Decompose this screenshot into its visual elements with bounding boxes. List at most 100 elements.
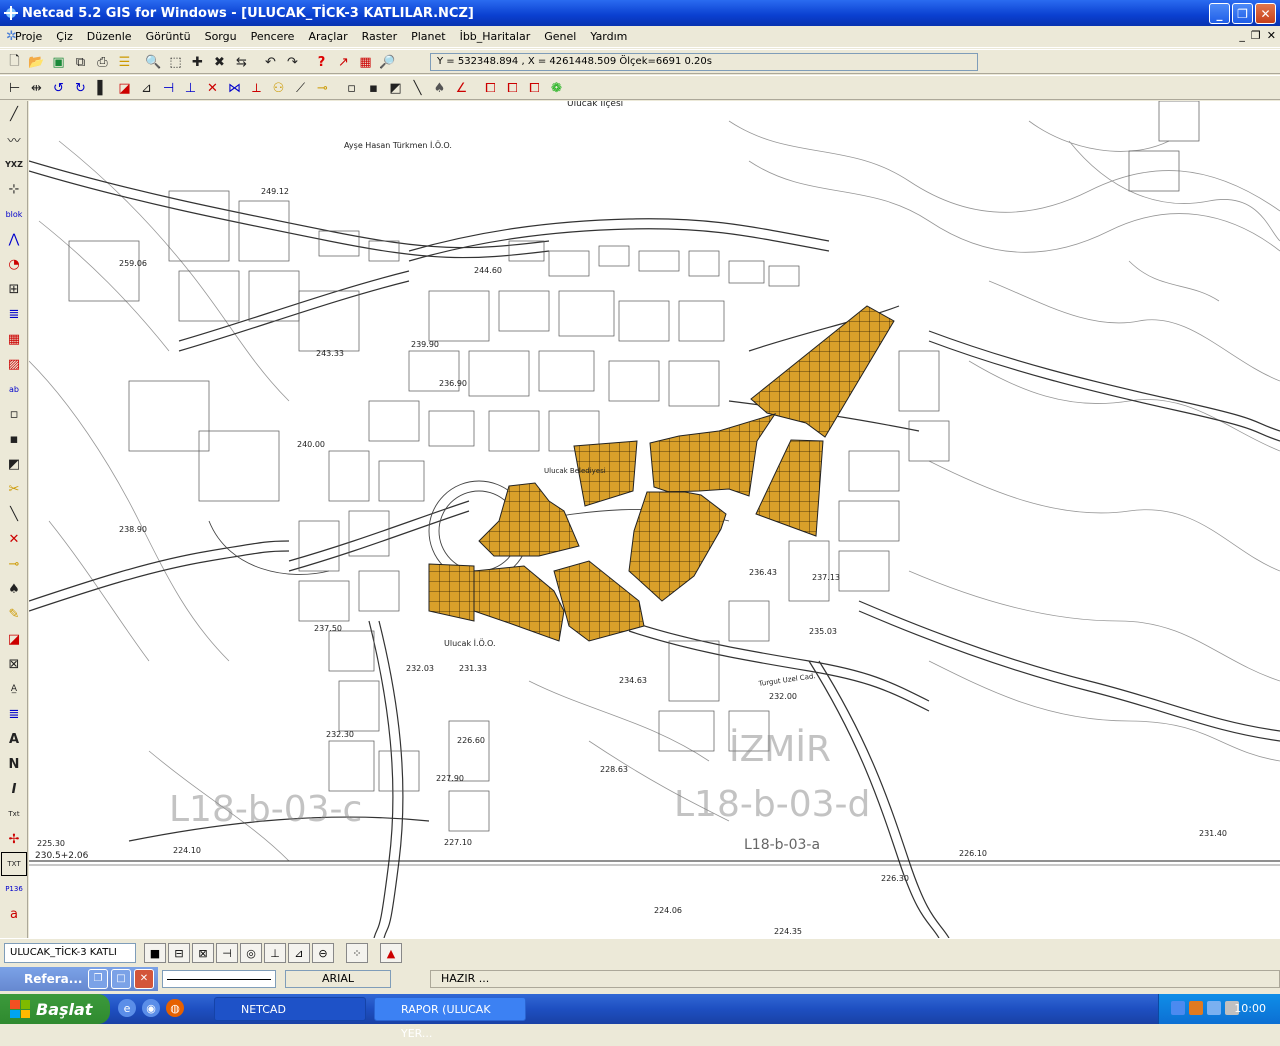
cross-icon[interactable]: ✕ bbox=[202, 79, 223, 98]
snap-angle-icon[interactable]: ⊿ bbox=[288, 943, 310, 963]
select-icon[interactable]: ◪ bbox=[114, 79, 135, 98]
back-icon[interactable] bbox=[1171, 1001, 1185, 1015]
mdi-restore-button[interactable]: ❐ bbox=[1251, 29, 1261, 42]
block-icon[interactable]: blok bbox=[1, 202, 27, 226]
print-icon[interactable]: ⎙ bbox=[92, 53, 113, 72]
mdi-minimize-button[interactable]: _ bbox=[1239, 29, 1245, 42]
map-canvas[interactable]: Ulucak İlçesi Ayşe Hasan Türkmen İ.Ö.O. … bbox=[29, 101, 1280, 938]
clock-icon[interactable]: ◔ bbox=[1, 252, 27, 276]
hatch2-icon[interactable]: ▨ bbox=[1, 352, 27, 376]
txt-box-icon[interactable]: TXT bbox=[1, 852, 27, 876]
zoom-window-icon[interactable]: ⬚ bbox=[165, 53, 186, 72]
polyline-icon[interactable]: ⟋ bbox=[290, 79, 311, 98]
elevation-label-icon[interactable]: P136 bbox=[1, 877, 27, 901]
new-file-icon[interactable]: 🗋 bbox=[4, 53, 25, 72]
snap-center-icon[interactable]: ◎ bbox=[240, 943, 262, 963]
ie-icon[interactable]: e bbox=[118, 999, 136, 1017]
text-rotate-icon[interactable]: a bbox=[1, 902, 27, 926]
menu-duzenle[interactable]: Düzenle bbox=[80, 30, 139, 43]
tree-draw-icon[interactable]: ♠ bbox=[1, 577, 27, 601]
open-folder-icon[interactable]: 📂 bbox=[26, 53, 47, 72]
undo-icon[interactable]: ↶ bbox=[260, 53, 281, 72]
node-icon[interactable]: ⚇ bbox=[268, 79, 289, 98]
scissors-icon[interactable]: ✂ bbox=[1, 477, 27, 501]
calendar-icon[interactable]: ▦ bbox=[355, 53, 376, 72]
node-edit-icon[interactable]: ▫ bbox=[1, 402, 27, 426]
offset-icon[interactable]: ⇹ bbox=[26, 79, 47, 98]
snap3-icon[interactable]: ◩ bbox=[385, 79, 406, 98]
menu-araclar[interactable]: Araçlar bbox=[301, 30, 354, 43]
taskbar-netcad[interactable]: NETCAD bbox=[214, 997, 366, 1021]
start-button[interactable]: Başlat bbox=[0, 994, 110, 1024]
tree-icon[interactable]: ♠ bbox=[429, 79, 450, 98]
window-select2-icon[interactable]: ⧠ bbox=[502, 79, 523, 98]
line-tool-icon[interactable]: ╲ bbox=[407, 79, 428, 98]
browser-icon[interactable]: ◉ bbox=[142, 999, 160, 1017]
reference-maximize-button[interactable]: □ bbox=[111, 969, 131, 989]
snap-near-icon[interactable]: ⊣ bbox=[216, 943, 238, 963]
connect-icon[interactable]: ⋈ bbox=[224, 79, 245, 98]
grid-icon[interactable]: ⊞ bbox=[1, 277, 27, 301]
copy-icon[interactable]: ⧉ bbox=[70, 53, 91, 72]
reference-close-button[interactable]: ✕ bbox=[134, 969, 154, 989]
font-field[interactable]: ARIAL bbox=[285, 970, 391, 988]
point-snap-icon[interactable]: ⊸ bbox=[1, 552, 27, 576]
query-arrow-icon[interactable]: ↗ bbox=[333, 53, 354, 72]
reference-window[interactable]: Refera... ❐ □ ✕ bbox=[0, 967, 158, 991]
snap-intersection-icon[interactable]: ⊠ bbox=[192, 943, 214, 963]
mdi-close-button[interactable]: ✕ bbox=[1267, 29, 1276, 42]
help-icon[interactable]: ? bbox=[311, 53, 332, 72]
list-icon[interactable]: ≣ bbox=[1, 302, 27, 326]
cross-point-icon[interactable]: ✢ bbox=[1, 827, 27, 851]
move-icon[interactable]: ⇆ bbox=[231, 53, 252, 72]
point-icon[interactable]: ⊸ bbox=[312, 79, 333, 98]
label-icon[interactable]: ab bbox=[1, 377, 27, 401]
hatch-icon[interactable]: ▦ bbox=[1, 327, 27, 351]
angle-icon[interactable]: ∠ bbox=[451, 79, 472, 98]
active-layer-field[interactable]: ULUCAK_TİCK-3 KATLI bbox=[4, 943, 136, 963]
dimension-icon[interactable]: ⊢ bbox=[4, 79, 25, 98]
diagonal-icon[interactable]: ╲ bbox=[1, 502, 27, 526]
zoom-icon[interactable]: 🔍 bbox=[143, 53, 164, 72]
line-style-field[interactable] bbox=[162, 970, 276, 988]
paint-icon[interactable]: ✎ bbox=[1, 602, 27, 626]
restore-button[interactable]: ❐ bbox=[1232, 3, 1253, 24]
perpendicular-icon[interactable]: ⟂ bbox=[246, 79, 267, 98]
join-icon[interactable]: ⋀ bbox=[1, 227, 27, 251]
node-edit3-icon[interactable]: ◩ bbox=[1, 452, 27, 476]
frame-icon[interactable]: ⊠ bbox=[1, 652, 27, 676]
polyline-draw-icon[interactable]: 〰 bbox=[1, 127, 27, 151]
save-icon[interactable]: ▣ bbox=[48, 53, 69, 72]
delete-icon[interactable]: ✖ bbox=[209, 53, 230, 72]
menu-genel[interactable]: Genel bbox=[537, 30, 583, 43]
menu-sorgu[interactable]: Sorgu bbox=[198, 30, 244, 43]
measure-icon[interactable]: ⊣ bbox=[158, 79, 179, 98]
grid-snap-icon[interactable]: ⁘ bbox=[346, 943, 368, 963]
menu-raster[interactable]: Raster bbox=[355, 30, 404, 43]
window-select-icon[interactable]: ⧠ bbox=[480, 79, 501, 98]
north-arrow-icon[interactable]: N bbox=[1, 752, 27, 776]
taskbar-rapor[interactable]: RAPOR (ULUCAK YER... bbox=[374, 997, 526, 1040]
close-button[interactable]: ✕ bbox=[1255, 3, 1276, 24]
menu-yardim[interactable]: Yardım bbox=[583, 30, 634, 43]
warning-icon[interactable]: ▲ bbox=[380, 943, 402, 963]
snap-tangent-icon[interactable]: ⊖ bbox=[312, 943, 334, 963]
tray-app-icon[interactable] bbox=[1189, 1001, 1203, 1015]
redo-icon[interactable]: ↷ bbox=[282, 53, 303, 72]
text-a-icon[interactable]: A̲ bbox=[1, 677, 27, 701]
menu-pencere[interactable]: Pencere bbox=[244, 30, 302, 43]
point-draw-icon[interactable]: ⊹ bbox=[1, 177, 27, 201]
menu-ciz[interactable]: Çiz bbox=[49, 30, 80, 43]
document-icon[interactable]: ✲ bbox=[6, 29, 17, 44]
color-palette-icon[interactable]: ❁ bbox=[546, 79, 567, 98]
menu-planet[interactable]: Planet bbox=[404, 30, 452, 43]
xyz-icon[interactable]: YXZ bbox=[1, 152, 27, 176]
txt-tool-icon[interactable]: Txt bbox=[1, 802, 27, 826]
snap-mid-icon[interactable]: ⊟ bbox=[168, 943, 190, 963]
text-a2-icon[interactable]: A bbox=[1, 727, 27, 751]
snap-icon[interactable]: ▫ bbox=[341, 79, 362, 98]
bars-icon[interactable]: ▌ bbox=[92, 79, 113, 98]
align-icon[interactable]: ⊥ bbox=[180, 79, 201, 98]
reference-restore-button[interactable]: ❐ bbox=[88, 969, 108, 989]
menu-goruntu[interactable]: Görüntü bbox=[139, 30, 198, 43]
